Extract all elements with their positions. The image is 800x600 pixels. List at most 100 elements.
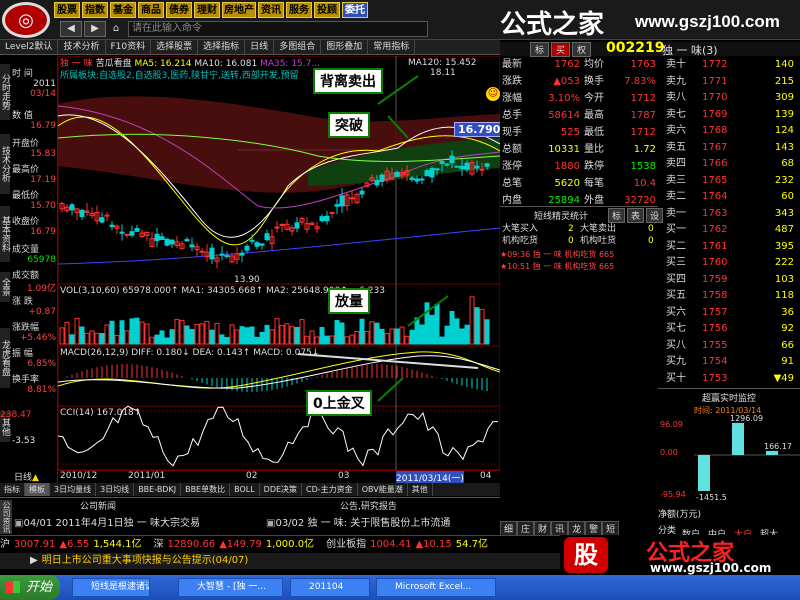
news-side-tab[interactable]: 公司资讯 [0, 500, 12, 534]
start-button[interactable]: 开始 [0, 575, 60, 600]
sell-row[interactable]: 卖三 1765 232 [660, 174, 800, 188]
short-stats-event-1[interactable]: ★10:51 独 一 味 机构吃货 665 [500, 261, 614, 273]
short-stats-tab-0[interactable]: 标 [608, 208, 626, 223]
news-scroll-text[interactable]: 明日上市公司重大事项快报与公告提示(04/07) [42, 555, 249, 566]
indicator-tab-1[interactable]: 模板 [25, 483, 50, 496]
candle-body [319, 216, 325, 222]
menu-button-0[interactable]: 股票 [54, 2, 80, 18]
indicator-tab-2[interactable]: 3日均量线 [50, 483, 97, 496]
bottom-right-tab-6[interactable]: 短 [602, 521, 620, 536]
watermark-url-top: www.gszj100.com [635, 12, 780, 31]
toolbar-item-4[interactable]: 选择指标 [198, 40, 246, 54]
short-stats-event-0[interactable]: ★09:36 独 一 味 机构吃货 665 [500, 249, 614, 261]
toolbar-item-6[interactable]: 多图组合 [274, 40, 322, 54]
quote-tab-0[interactable]: 标 [530, 42, 550, 57]
side-tab-4[interactable]: 龙虎看盘 [0, 328, 10, 388]
menu-button-1[interactable]: 指数 [82, 2, 108, 18]
news-title-company[interactable]: 公司新闻 [80, 499, 116, 512]
bottom-right-tab-0[interactable]: 细 [500, 521, 518, 536]
buy-row[interactable]: 买八 1755 66 [660, 339, 800, 353]
ticker-item-1[interactable]: 深 12890.66 ▲149.79 1,000.0亿 [154, 539, 319, 550]
bottom-right-tab-5[interactable]: 警 [585, 521, 603, 536]
news-title-announce[interactable]: 公告,研究报告 [340, 499, 397, 512]
indicator-tab-4[interactable]: BBE-BDKJ [134, 483, 182, 496]
toolbar-item-8[interactable]: 常用指标 [368, 40, 416, 54]
toolbar-item-0[interactable]: Level2默认 [0, 40, 59, 54]
bottom-right-tab-4[interactable]: 龙 [568, 521, 586, 536]
sell-row[interactable]: 卖四 1766 68 [660, 157, 800, 171]
side-tab-3[interactable]: 全景 [0, 272, 10, 302]
sell-row[interactable]: 卖六 1768 124 [660, 124, 800, 138]
buy-row[interactable]: 买九 1754 91 [660, 355, 800, 369]
period-label[interactable]: 日线 [0, 473, 32, 483]
indicator-tab-7[interactable]: DDE决策 [260, 483, 303, 496]
quote-tab-1[interactable]: 买 [551, 42, 571, 57]
bottom-right-tab-3[interactable]: 讯 [551, 521, 569, 536]
sell-row[interactable]: 卖八 1770 309 [660, 91, 800, 105]
back-button[interactable]: ◀ [60, 21, 82, 37]
side-tab-0[interactable]: 分时走势 [0, 64, 10, 120]
sell-row[interactable]: 卖十 1772 140 [660, 58, 800, 72]
main-chart-area[interactable]: 独 一 味 苦瓜看盘 MA5: 16.214 MA10: 16.081 MA35… [58, 56, 505, 496]
buy-row[interactable]: 买四 1759 103 [660, 273, 800, 287]
menu-button-3[interactable]: 商品 [138, 2, 164, 18]
bottom-right-tab-2[interactable]: 财 [534, 521, 552, 536]
quote-tab-2[interactable]: 权 [572, 42, 592, 57]
menu-button-8[interactable]: 服务 [286, 2, 312, 18]
indicator-tab-9[interactable]: OBV能量潮 [358, 483, 408, 496]
kline-chart-svg[interactable] [58, 56, 500, 496]
short-stats-tab-1[interactable]: 表 [627, 208, 645, 223]
toolbar-item-3[interactable]: 选择股票 [151, 40, 199, 54]
news-item-2[interactable]: ▣03/02 独 一 味: 关于限售股份上市流通 [266, 514, 498, 529]
bottom-right-tab-1[interactable]: 庄 [517, 521, 535, 536]
order-volume: 309 [774, 92, 794, 103]
menu-button-7[interactable]: 资讯 [258, 2, 284, 18]
buy-row[interactable]: 买二 1761 395 [660, 240, 800, 254]
indicator-tab-8[interactable]: CD-主力资金 [302, 483, 358, 496]
news-item-1[interactable]: ▣04/01 2011年4月1日独 一 味大宗交易 [14, 514, 200, 529]
buy-row[interactable]: 买六 1757 36 [660, 306, 800, 320]
candle-body [434, 168, 440, 171]
side-tab-2[interactable]: 基本资料 [0, 206, 10, 262]
side-tab-1[interactable]: 技术分析 [0, 134, 10, 194]
candle-body [219, 253, 225, 256]
buy-row[interactable]: 买十 1753 ▼49 [660, 372, 800, 386]
buy-row[interactable]: 买七 1756 92 [660, 322, 800, 336]
info-block-9: 涨跌幅 +5.46% [12, 320, 56, 343]
buy-row[interactable]: 买三 1760 222 [660, 256, 800, 270]
command-input[interactable]: 请在此输入命令 [128, 21, 428, 37]
indicator-tab-0[interactable]: 指标 [0, 483, 25, 496]
taskbar-task-0[interactable]: 短线是根逮诸训... [72, 578, 150, 597]
volume-bar [64, 321, 70, 345]
taskbar-task-2[interactable]: 201104 [290, 578, 370, 597]
toolbar-item-2[interactable]: F10资料 [106, 40, 152, 54]
taskbar-task-3[interactable]: Microsoft Excel... [376, 578, 496, 597]
toolbar-item-5[interactable]: 日线 [245, 40, 275, 54]
forward-button[interactable]: ▶ [84, 21, 106, 37]
sell-row[interactable]: 卖一 1763 343 [660, 207, 800, 221]
sell-row[interactable]: 卖七 1769 139 [660, 108, 800, 122]
ticker-field: ▲6.55 [59, 539, 90, 550]
buy-row[interactable]: 买五 1758 118 [660, 289, 800, 303]
indicator-tab-10[interactable]: 其他 [408, 483, 433, 496]
menu-button-4[interactable]: 债券 [166, 2, 192, 18]
indicator-tab-6[interactable]: BOLL [230, 483, 260, 496]
sell-row[interactable]: 卖五 1767 143 [660, 141, 800, 155]
menu-button-5[interactable]: 理财 [194, 2, 220, 18]
ticker-item-2[interactable]: 创业板指 1004.41 ▲10.15 54.7亿 [326, 539, 492, 550]
sell-row[interactable]: 卖二 1764 60 [660, 190, 800, 204]
menu-button-2[interactable]: 基金 [110, 2, 136, 18]
menu-button-10[interactable]: 委托 [342, 2, 368, 18]
ticker-item-0[interactable]: 沪 3007.91 ▲6.55 1,544.1亿 [0, 539, 146, 550]
home-icon[interactable]: ⌂ [108, 21, 124, 37]
taskbar-task-1[interactable]: 大智慧 - [独 一... [178, 578, 283, 597]
toolbar-item-1[interactable]: 技术分析 [58, 40, 106, 54]
sell-row[interactable]: 卖九 1771 215 [660, 75, 800, 89]
news-scroll-bar[interactable]: ▶ 明日上市公司重大事项快报与公告提示(04/07) [0, 553, 560, 569]
toolbar-item-7[interactable]: 图形叠加 [321, 40, 369, 54]
indicator-tab-5[interactable]: BBE单数比 [181, 483, 231, 496]
menu-button-9[interactable]: 投顾 [314, 2, 340, 18]
buy-row[interactable]: 买一 1762 487 [660, 223, 800, 237]
menu-button-6[interactable]: 房地产 [222, 2, 256, 18]
indicator-tab-3[interactable]: 3日均线 [96, 483, 135, 496]
